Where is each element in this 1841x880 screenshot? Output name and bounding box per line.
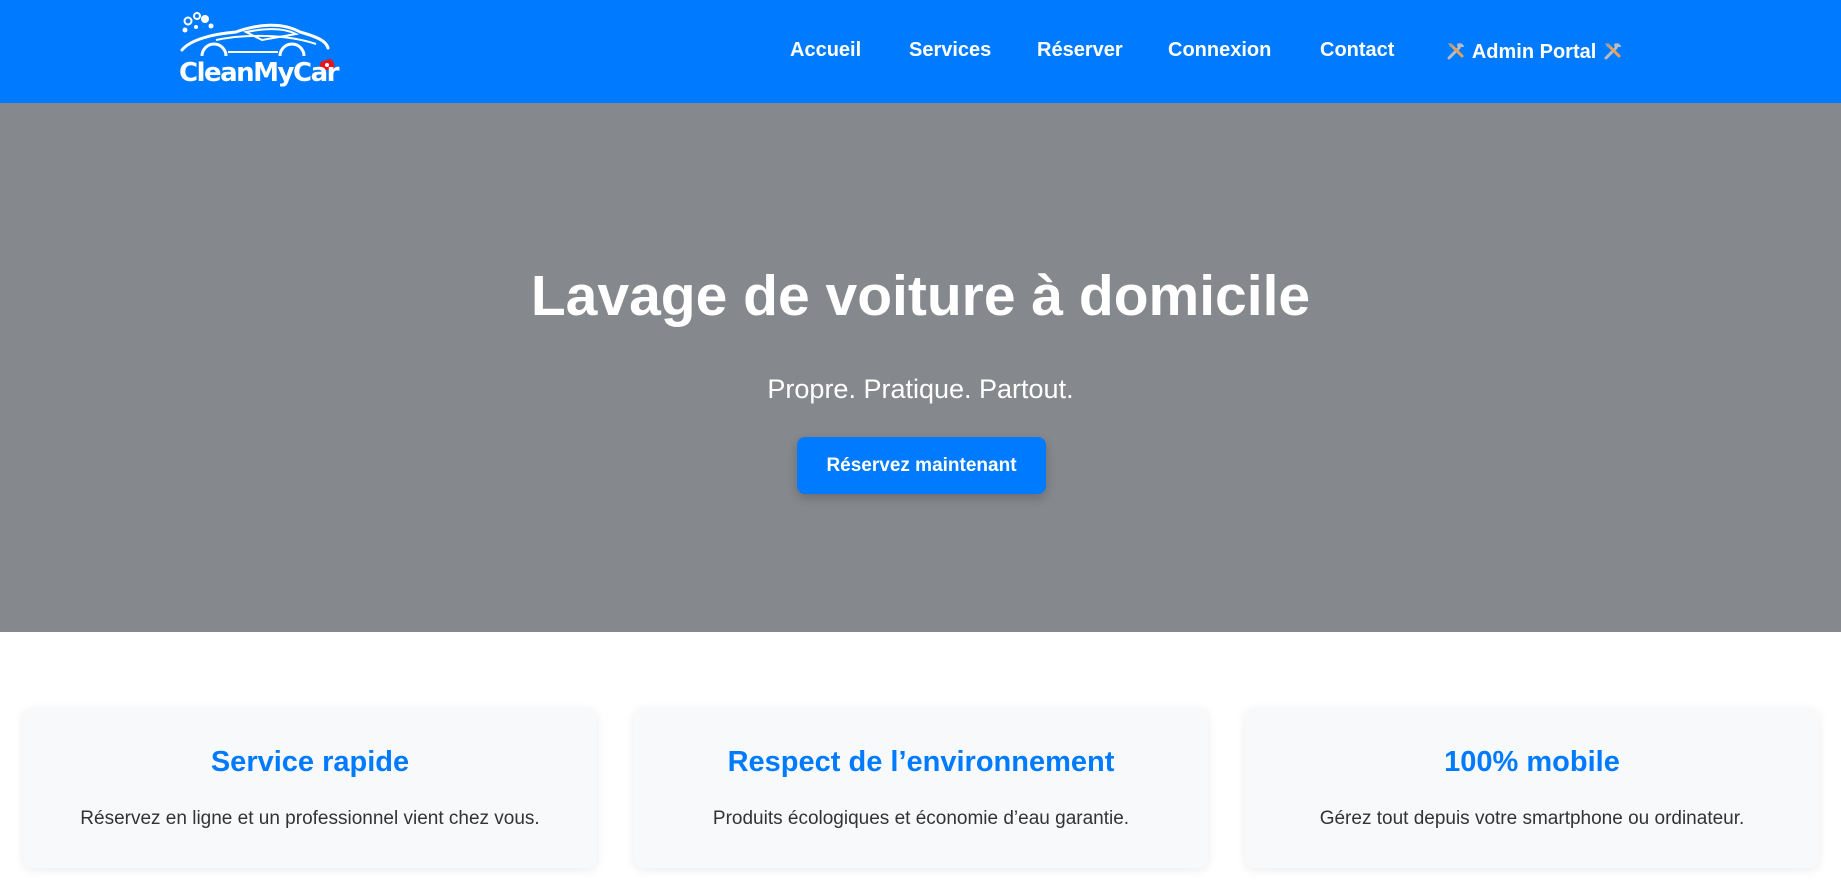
nav-link-admin-portal[interactable]: Admin Portal [1445, 40, 1624, 62]
reserve-now-button[interactable]: Réservez maintenant [797, 437, 1046, 494]
logo-text: CleanMyCar [179, 58, 339, 88]
features-section: Service rapide Réservez en ligne et un p… [0, 632, 1841, 880]
feature-card-title: Respect de l’environnement [727, 746, 1115, 778]
feature-card-title: Service rapide [210, 746, 410, 778]
nav-link-connexion[interactable]: Connexion [1168, 40, 1271, 60]
nav-link-reserver[interactable]: Réserver [1037, 40, 1123, 60]
nav-link-accueil[interactable]: Accueil [790, 40, 861, 60]
feature-card-text: Produits écologiques et économie d’eau g… [712, 808, 1130, 829]
site-header: CleanMyCar Accueil Services Réserver Con… [0, 0, 1841, 103]
feature-card-mobile: 100% mobile Gérez tout depuis votre smar… [1245, 708, 1819, 868]
nav-link-admin-portal-label: Admin Portal [1471, 41, 1597, 63]
hero-subtitle: Propre. Pratique. Partout. [767, 374, 1074, 404]
tools-icon [1604, 43, 1621, 60]
feature-card-fast-service: Service rapide Réservez en ligne et un p… [23, 708, 597, 868]
feature-card-text: Gérez tout depuis votre smartphone ou or… [1319, 808, 1745, 829]
tools-icon [1447, 43, 1464, 60]
nav-link-services[interactable]: Services [909, 40, 991, 60]
nav-link-contact[interactable]: Contact [1320, 40, 1394, 60]
hero-section: Lavage de voiture à domicile Propre. Pra… [0, 103, 1841, 632]
feature-card-text: Réservez en ligne et un professionnel vi… [80, 808, 540, 829]
logo-link[interactable]: CleanMyCar [176, 10, 341, 90]
hero-title: Lavage de voiture à domicile [530, 264, 1311, 328]
feature-card-environment: Respect de l’environnement Produits écol… [634, 708, 1208, 868]
feature-card-title: 100% mobile [1444, 746, 1620, 778]
